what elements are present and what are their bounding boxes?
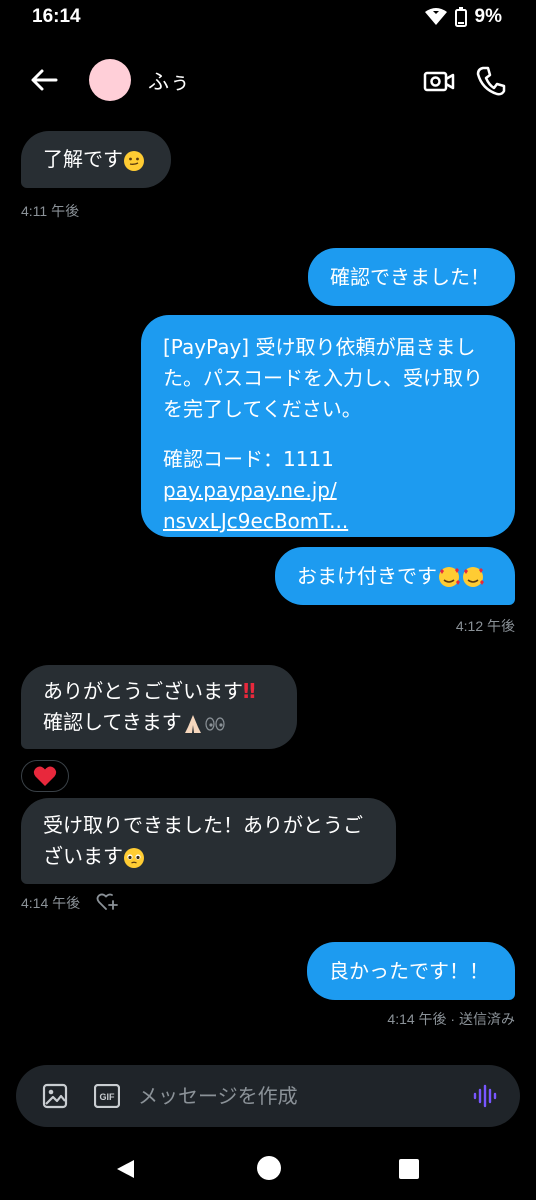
message-text: 確認できました！ <box>330 264 490 289</box>
message-line: を完了してください。 <box>163 397 362 421</box>
double-exclamation-emoji-icon: ‼ <box>243 679 256 703</box>
message-bubble-outgoing[interactable]: [PayPay] 受け取り依頼が届きまし た。パスコードを入力し、受け取り を完… <box>141 315 515 537</box>
slight-smile-emoji-icon <box>124 150 144 171</box>
smiling-face-hearts-emoji-icon <box>463 567 484 587</box>
wifi-icon <box>424 8 447 25</box>
message-text: おまけ付きです <box>297 563 437 588</box>
message-line: 受け取りできました！ありがとうご <box>43 813 363 837</box>
message-line: ざいます <box>43 844 123 868</box>
message-bubble-outgoing[interactable]: 良かったです！！ <box>307 942 515 1000</box>
contact-name[interactable]: ふぅ <box>148 66 190 96</box>
system-navigation-bar <box>0 1136 536 1200</box>
message-input[interactable] <box>138 1065 458 1127</box>
message-line: 確認してきます <box>43 710 182 734</box>
message-timestamp: 4:11 午後 <box>21 203 80 219</box>
reaction-badge[interactable] <box>21 760 69 792</box>
message-timestamp: 4:12 午後 <box>455 618 515 634</box>
message-text: 了解です <box>43 147 123 171</box>
folded-hands-emoji-icon <box>184 714 201 733</box>
message-line: [PayPay] 受け取り依頼が届きまし <box>163 335 476 359</box>
add-reaction-icon[interactable] <box>96 891 118 913</box>
arrow-left-icon[interactable] <box>26 62 62 98</box>
heart-icon <box>33 766 57 786</box>
video-camera-icon[interactable] <box>422 64 456 98</box>
battery-icon <box>454 7 467 27</box>
message-line: ありがとうございます <box>43 679 243 703</box>
message-composer: GIF <box>16 1065 520 1127</box>
message-text: 良かったです！！ <box>329 958 489 983</box>
message-bubble-outgoing[interactable]: 確認できました！ <box>308 248 515 306</box>
image-icon[interactable] <box>42 1083 68 1109</box>
message-timestamp: 4:14 午後 <box>21 895 81 911</box>
message-link[interactable]: pay.paypay.ne.jp/ <box>163 475 493 506</box>
phone-icon[interactable] <box>474 64 508 98</box>
conversation-header: ふぅ <box>0 50 536 110</box>
message-bubble-incoming[interactable]: ありがとうございます‼ 確認してきます <box>21 665 297 749</box>
message-bubble-outgoing[interactable]: おまけ付きです <box>275 547 515 605</box>
eyes-emoji-icon <box>205 716 225 731</box>
pleading-face-emoji-icon <box>124 847 144 868</box>
message-line: た。パスコードを入力し、受け取り <box>163 366 483 390</box>
status-bar: 16:14 9% <box>0 0 536 36</box>
smiling-face-hearts-emoji-icon <box>439 567 460 587</box>
gif-icon[interactable]: GIF <box>94 1084 120 1108</box>
battery-percent: 9% <box>474 6 502 27</box>
nav-back-icon[interactable] <box>114 1158 136 1180</box>
avatar[interactable] <box>89 59 131 101</box>
status-time: 16:14 <box>32 6 81 27</box>
status-icons: 9% <box>424 6 502 28</box>
message-bubble-incoming[interactable]: 受け取りできました！ありがとうご ざいます <box>21 798 396 884</box>
nav-recents-icon[interactable] <box>399 1159 419 1179</box>
message-status: 4:14 午後 · 送信済み <box>387 1011 515 1027</box>
voice-wave-icon[interactable] <box>472 1083 498 1109</box>
message-link[interactable]: nsvxLJc9ecBomT... <box>163 506 493 537</box>
message-line: 確認コード：1111 <box>163 447 334 471</box>
message-bubble-incoming[interactable]: 了解です <box>21 131 171 188</box>
svg-text:GIF: GIF <box>100 1092 116 1102</box>
nav-home-icon[interactable] <box>257 1156 281 1180</box>
